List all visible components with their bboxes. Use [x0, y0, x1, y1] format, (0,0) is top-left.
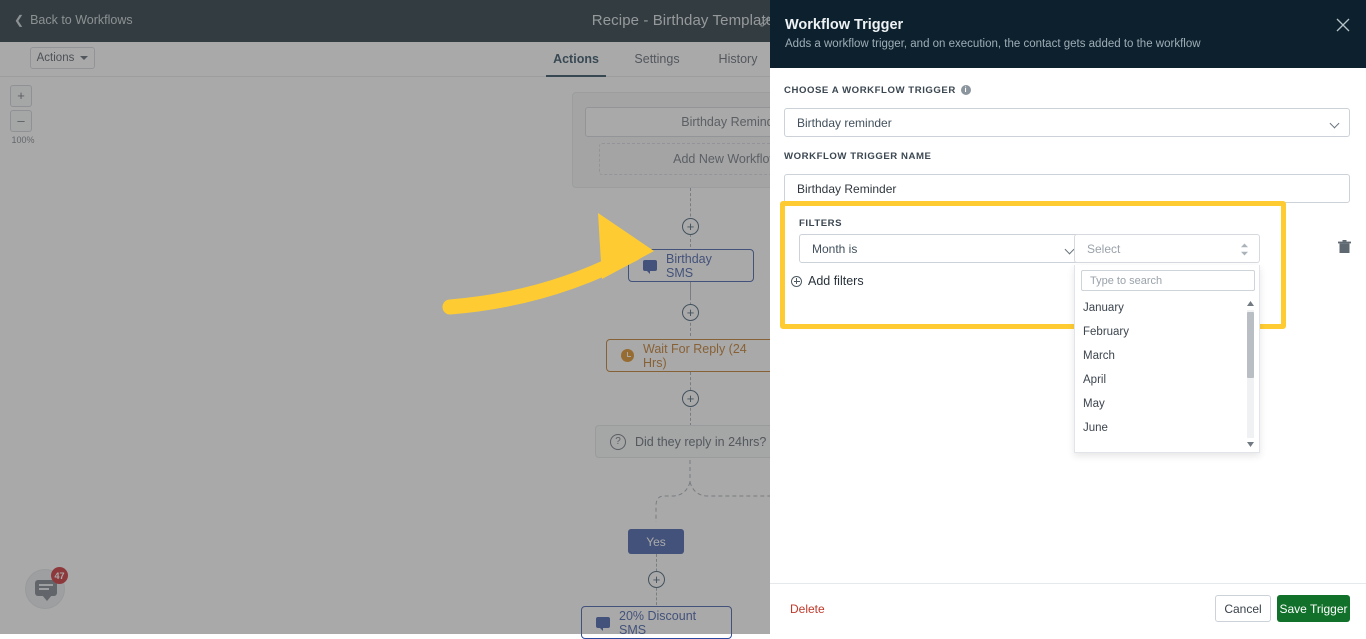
add-filters-label: Add filters: [808, 274, 864, 288]
trigger-name-label: WORKFLOW TRIGGER NAME: [784, 151, 931, 162]
filters-label: FILTERS: [799, 218, 842, 229]
trigger-name-value: Birthday Reminder: [797, 182, 896, 196]
panel-footer: Delete Cancel Save Trigger: [770, 583, 1366, 634]
dropdown-scrollbar[interactable]: [1246, 298, 1255, 450]
month-option-may[interactable]: May: [1075, 392, 1247, 416]
filter-condition-value: Month is: [812, 242, 857, 256]
info-icon[interactable]: i: [961, 85, 971, 95]
month-options-list: January February March April May June: [1075, 296, 1247, 452]
choose-trigger-label: CHOOSE A WORKFLOW TRIGGER i: [784, 85, 971, 96]
panel-subtitle: Adds a workflow trigger, and on executio…: [785, 38, 1201, 50]
panel-header: Workflow Trigger Adds a workflow trigger…: [770, 0, 1366, 68]
save-trigger-button[interactable]: Save Trigger: [1277, 595, 1350, 622]
trigger-name-input[interactable]: Birthday Reminder: [784, 174, 1350, 203]
filter-value-select[interactable]: Select: [1074, 234, 1260, 263]
chevron-down-icon: [1330, 119, 1340, 129]
month-option-march[interactable]: March: [1075, 344, 1247, 368]
dropdown-search-input[interactable]: Type to search: [1081, 270, 1255, 291]
close-icon[interactable]: [1335, 17, 1351, 33]
delete-filter-icon[interactable]: [1338, 240, 1351, 254]
delete-trigger-link[interactable]: Delete: [790, 602, 825, 616]
scrollbar-thumb[interactable]: [1247, 312, 1254, 378]
month-option-february[interactable]: February: [1075, 320, 1247, 344]
dropdown-search-placeholder: Type to search: [1090, 275, 1162, 287]
month-dropdown-menu[interactable]: Type to search January February March Ap…: [1074, 265, 1260, 453]
spinner-arrows-icon: [1240, 243, 1249, 256]
workflow-trigger-panel: Workflow Trigger Adds a workflow trigger…: [770, 0, 1366, 634]
month-option-june[interactable]: June: [1075, 416, 1247, 440]
choose-trigger-label-text: CHOOSE A WORKFLOW TRIGGER: [784, 85, 956, 96]
month-option-april[interactable]: April: [1075, 368, 1247, 392]
plus-circle-icon: [791, 276, 802, 287]
filter-value-placeholder: Select: [1087, 242, 1120, 256]
panel-title: Workflow Trigger: [785, 17, 903, 33]
month-option-january[interactable]: January: [1075, 296, 1247, 320]
choose-trigger-select[interactable]: Birthday reminder: [784, 108, 1350, 137]
chevron-down-icon: [1065, 245, 1075, 255]
choose-trigger-value: Birthday reminder: [797, 116, 892, 130]
filter-condition-select[interactable]: Month is: [799, 234, 1085, 263]
add-filters-button[interactable]: Add filters: [791, 274, 864, 288]
panel-body: CHOOSE A WORKFLOW TRIGGER i Birthday remi…: [770, 68, 1366, 583]
scroll-down-arrow-icon[interactable]: [1246, 440, 1255, 449]
cancel-button[interactable]: Cancel: [1215, 595, 1271, 622]
scroll-up-arrow-icon[interactable]: [1246, 299, 1255, 308]
